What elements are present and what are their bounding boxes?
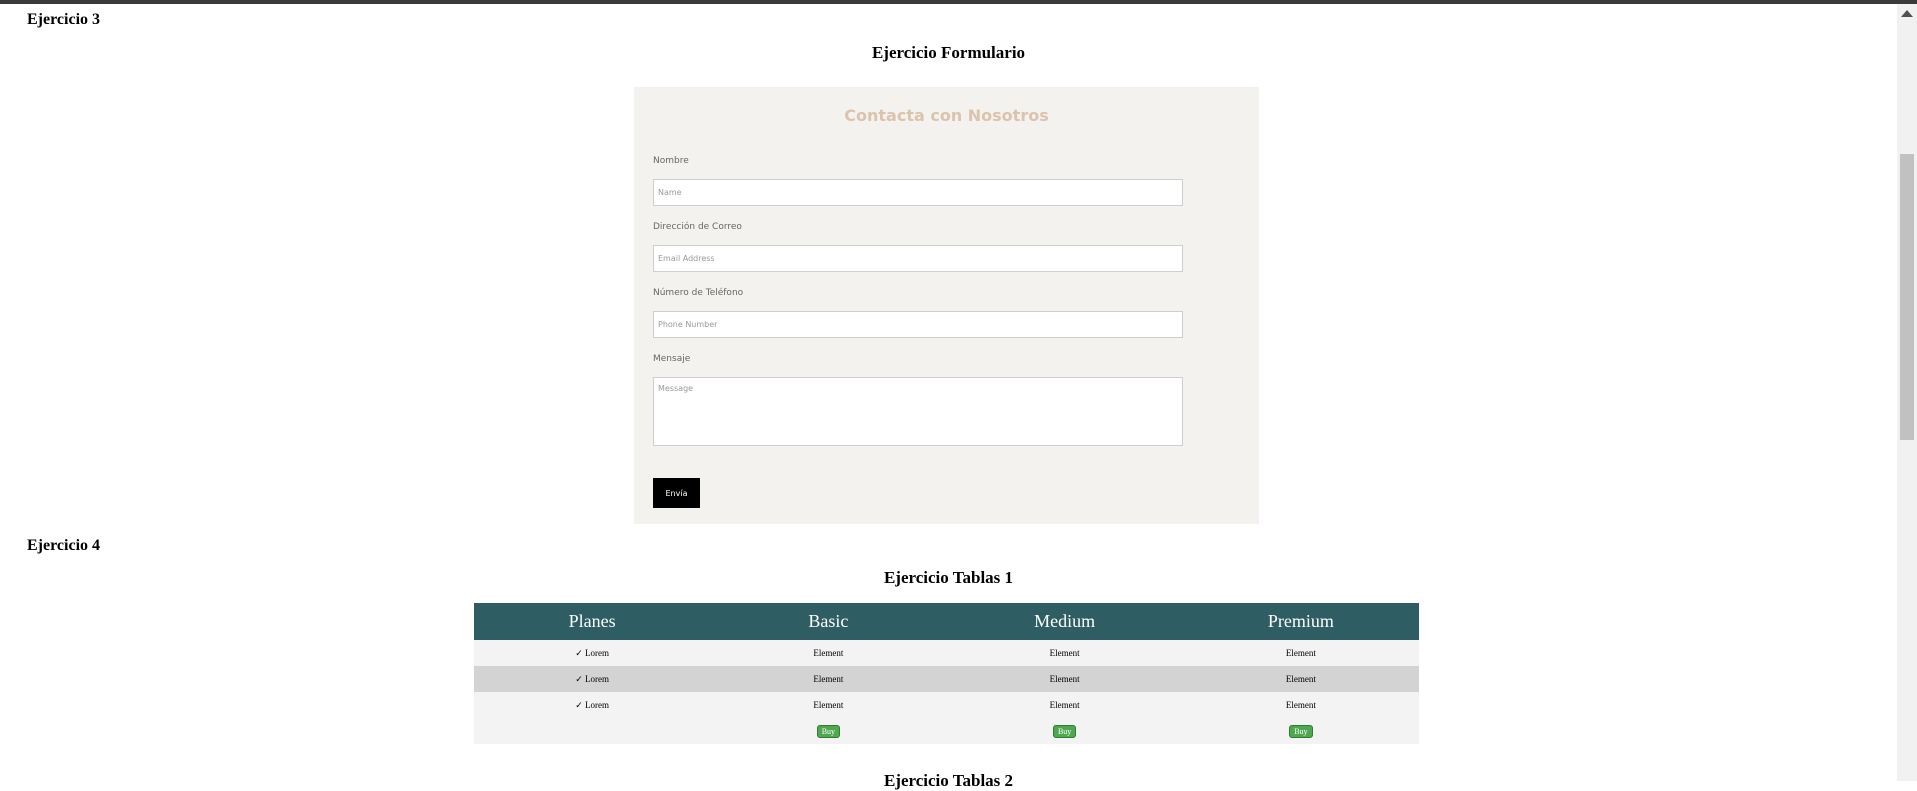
scrollbar-thumb[interactable] xyxy=(1900,154,1914,440)
table-cell: Element xyxy=(710,692,947,718)
section-label-ejercicio-3: Ejercicio 3 xyxy=(27,11,101,28)
header-planes: Planes xyxy=(474,603,711,640)
buy-button-medium[interactable]: Buy xyxy=(1052,724,1077,738)
table-row: ✓ Lorem Element Element Element xyxy=(474,640,1419,666)
vertical-scrollbar[interactable] xyxy=(1897,4,1917,781)
phone-label: Número de Teléfono xyxy=(653,288,744,298)
section-title-formulario: Ejercicio Formulario xyxy=(871,43,1026,62)
header-premium: Premium xyxy=(1182,603,1419,640)
table-cell: Element xyxy=(946,692,1183,718)
table-cell: ✓ Lorem xyxy=(474,640,711,666)
table-cell: Buy xyxy=(710,718,947,744)
buy-button-basic[interactable]: Buy xyxy=(816,724,841,738)
contact-form: Contacta con Nosotros Nombre Dirección d… xyxy=(634,87,1259,524)
name-input[interactable] xyxy=(653,179,1183,206)
table-row: ✓ Lorem Element Element Element xyxy=(474,692,1419,718)
submit-button[interactable]: Envía xyxy=(653,478,700,508)
table-cell: Element xyxy=(710,640,947,666)
name-label: Nombre xyxy=(653,156,689,166)
message-label: Mensaje xyxy=(653,354,691,364)
table-row: ✓ Lorem Element Element Element xyxy=(474,666,1419,692)
table-cell: Buy xyxy=(946,718,1183,744)
section-title-tablas-1: Ejercicio Tablas 1 xyxy=(883,568,1014,587)
table-cell: Element xyxy=(946,666,1183,692)
table-cell-empty xyxy=(474,718,711,744)
plans-table: Planes Basic Medium Premium ✓ Lorem Elem… xyxy=(474,603,1419,744)
table-cell: ✓ Lorem xyxy=(474,666,711,692)
table-cell: Element xyxy=(1182,640,1419,666)
table-header-row: Planes Basic Medium Premium xyxy=(474,603,1419,640)
header-basic: Basic xyxy=(710,603,947,640)
section-label-ejercicio-4: Ejercicio 4 xyxy=(27,537,101,554)
table-cell: Element xyxy=(1182,666,1419,692)
phone-input[interactable] xyxy=(653,311,1183,338)
email-label: Dirección de Correo xyxy=(653,222,742,232)
scroll-up-arrow-icon[interactable] xyxy=(1901,10,1913,17)
table-cell: ✓ Lorem xyxy=(474,692,711,718)
window-top-border xyxy=(0,0,1917,4)
header-medium: Medium xyxy=(946,603,1183,640)
email-input[interactable] xyxy=(653,245,1183,272)
table-cell: Element xyxy=(946,640,1183,666)
form-heading: Contacta con Nosotros xyxy=(844,106,1049,125)
message-textarea[interactable] xyxy=(653,377,1183,446)
table-row-buy: Buy Buy Buy xyxy=(474,718,1419,744)
table-cell: Element xyxy=(1182,692,1419,718)
table-cell: Buy xyxy=(1182,718,1419,744)
table-cell: Element xyxy=(710,666,947,692)
section-title-tablas-2: Ejercicio Tablas 2 xyxy=(883,771,1014,790)
buy-button-premium[interactable]: Buy xyxy=(1289,724,1313,738)
